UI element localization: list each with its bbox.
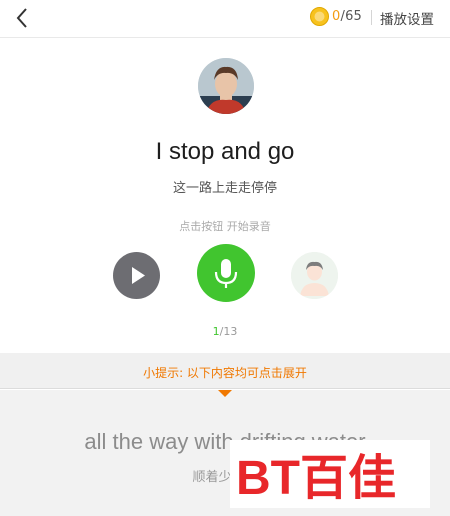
back-button[interactable]: [10, 5, 36, 31]
progress-total: /13: [219, 325, 238, 338]
caret-down-icon: [218, 390, 232, 397]
tip-text: 小提示: 以下内容均可点击展开: [143, 366, 307, 380]
user-avatar-icon: [291, 252, 338, 299]
coin-icon: [310, 7, 329, 26]
current-sentence-english: I stop and go: [155, 138, 295, 165]
record-hint: 点击按钮 开始录音: [179, 220, 271, 233]
tip-banner[interactable]: 小提示: 以下内容均可点击展开: [0, 353, 450, 389]
playback-settings-button[interactable]: 播放设置: [380, 8, 434, 28]
my-recording-button[interactable]: [291, 252, 338, 299]
record-button[interactable]: [197, 244, 255, 302]
coin-total: /65: [340, 9, 363, 24]
play-icon: [132, 267, 145, 284]
top-bar: 0/65 播放设置: [0, 0, 450, 38]
microphone-icon: [214, 259, 238, 288]
watermark-text: BT百佳: [236, 452, 396, 505]
play-button[interactable]: [113, 252, 160, 299]
coin-count: 0/65: [332, 9, 362, 24]
header-divider: [371, 10, 372, 25]
progress-current: 1: [212, 325, 220, 338]
singer-avatar: [198, 58, 254, 114]
current-sentence-chinese: 这一路上走走停停: [172, 181, 277, 196]
watermark-logo: BT百佳: [230, 440, 430, 508]
chevron-left-icon: [16, 8, 27, 28]
sentence-progress: 1/13: [0, 325, 450, 338]
